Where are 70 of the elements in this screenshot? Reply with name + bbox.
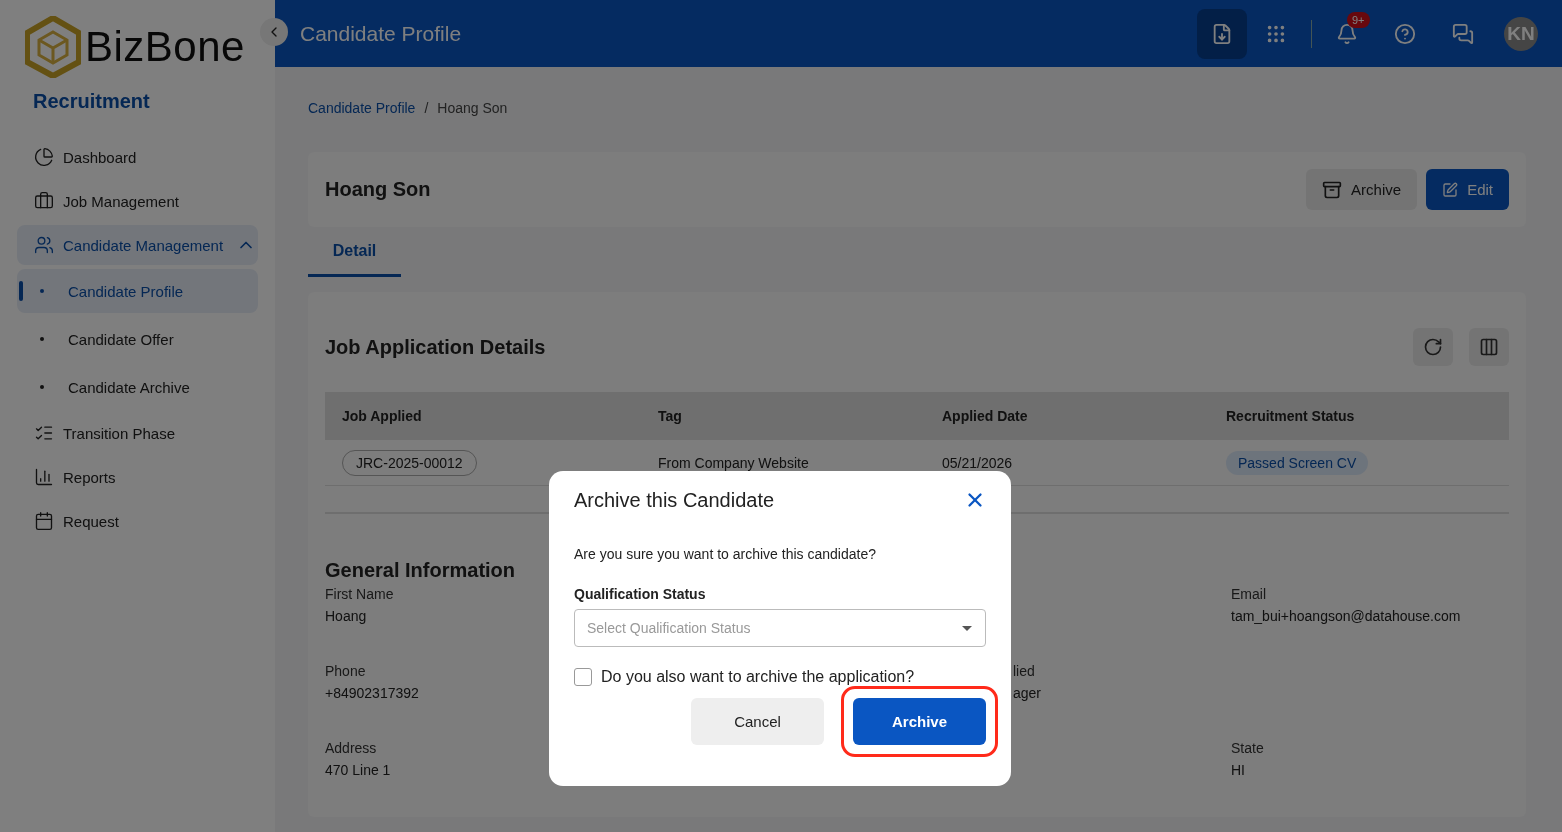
- bell-icon: [1336, 22, 1358, 45]
- field-value: +84902317392: [325, 685, 419, 701]
- dialog-message: Are you sure you want to archive this candidate?: [574, 546, 877, 562]
- nav-item[interactable]: Reports: [17, 457, 258, 497]
- field-label: First Name: [325, 586, 394, 602]
- download-button[interactable]: [1197, 8, 1247, 59]
- notification-badge: 9+: [1347, 11, 1370, 28]
- pie-chart-icon: [34, 147, 54, 167]
- section-title: General Information: [325, 559, 516, 582]
- field-value: Hoang: [325, 608, 367, 624]
- nav-subitem[interactable]: Candidate Profile: [17, 269, 258, 313]
- module-title: Recruitment: [33, 90, 151, 113]
- breadcrumb-link[interactable]: Candidate Profile: [308, 100, 416, 116]
- columns-icon: [1479, 337, 1499, 357]
- brand-name: BizBone: [85, 23, 245, 71]
- nav-item[interactable]: Transition Phase: [17, 413, 258, 453]
- archive-button[interactable]: Archive: [853, 698, 986, 745]
- caret-down-icon: [961, 624, 973, 632]
- breadcrumb-current: Hoang Son: [437, 100, 508, 116]
- notification-button[interactable]: 9+: [1318, 8, 1376, 59]
- field-value: HI: [1231, 762, 1245, 778]
- breadcrumb-separator: /: [424, 100, 429, 116]
- pencil-icon: [1442, 181, 1459, 198]
- column-header: Applied Date: [925, 392, 1209, 440]
- field-value: tam_bui+hoangson@datahouse.com: [1231, 608, 1461, 624]
- table-cell: 05/21/2026: [942, 454, 1013, 471]
- help-icon: [1394, 22, 1416, 45]
- field-value: ager: [1013, 685, 1042, 701]
- page-title: Candidate Profile: [300, 21, 463, 46]
- file-download-icon: [1211, 22, 1233, 45]
- calendar-icon: [34, 511, 54, 531]
- nav-item[interactable]: Job Management: [17, 181, 258, 221]
- collapse-button[interactable]: [260, 18, 288, 46]
- column-header: Job Applied: [325, 392, 641, 440]
- column-header: Recruitment Status: [1209, 392, 1509, 440]
- briefcase-icon: [34, 191, 54, 211]
- edit-button[interactable]: Edit: [1426, 169, 1509, 210]
- bar-chart-icon: [34, 467, 54, 487]
- column-header: Tag: [641, 392, 925, 440]
- field-label: Address: [325, 740, 377, 756]
- field-label: lied: [1013, 663, 1035, 679]
- nav-item[interactable]: Request: [17, 501, 258, 541]
- field-label: Qualification Status: [574, 586, 707, 602]
- checkbox-label: Do you also want to archive the application?: [601, 668, 915, 686]
- table-cell: From Company Website: [658, 454, 809, 471]
- nav-item[interactable]: Dashboard: [17, 137, 258, 177]
- people-icon: [34, 235, 54, 255]
- archive-button[interactable]: Archive: [1306, 169, 1418, 210]
- field-label: Email: [1231, 586, 1266, 602]
- field-value: 470 Line 1: [325, 762, 391, 778]
- section-title: Job Application Details: [325, 335, 546, 359]
- refresh-button[interactable]: [1413, 328, 1453, 366]
- candidate-name: Hoang Son: [325, 178, 432, 201]
- field-label: Phone: [325, 663, 366, 679]
- dialog-title: Archive this Candidate: [574, 488, 775, 512]
- field-label: State: [1231, 740, 1264, 756]
- chat-bubbles-icon: [1452, 22, 1474, 45]
- logo-icon: [25, 16, 81, 78]
- nav-subitem[interactable]: Candidate Archive: [17, 365, 258, 409]
- qualification-select[interactable]: Select Qualification Status: [574, 609, 986, 647]
- checklist-icon: [34, 423, 54, 443]
- checkbox[interactable]: [574, 668, 592, 686]
- tab[interactable]: Detail: [308, 227, 401, 277]
- archive-box-icon: [1322, 179, 1343, 200]
- nav-item[interactable]: Candidate Management: [17, 225, 258, 265]
- nav-subitem[interactable]: Candidate Offer: [17, 317, 258, 361]
- columns-button[interactable]: [1469, 328, 1509, 366]
- cancel-button[interactable]: Cancel: [691, 698, 824, 745]
- refresh-icon: [1423, 337, 1443, 357]
- status-badge: Passed Screen CV: [1226, 450, 1369, 475]
